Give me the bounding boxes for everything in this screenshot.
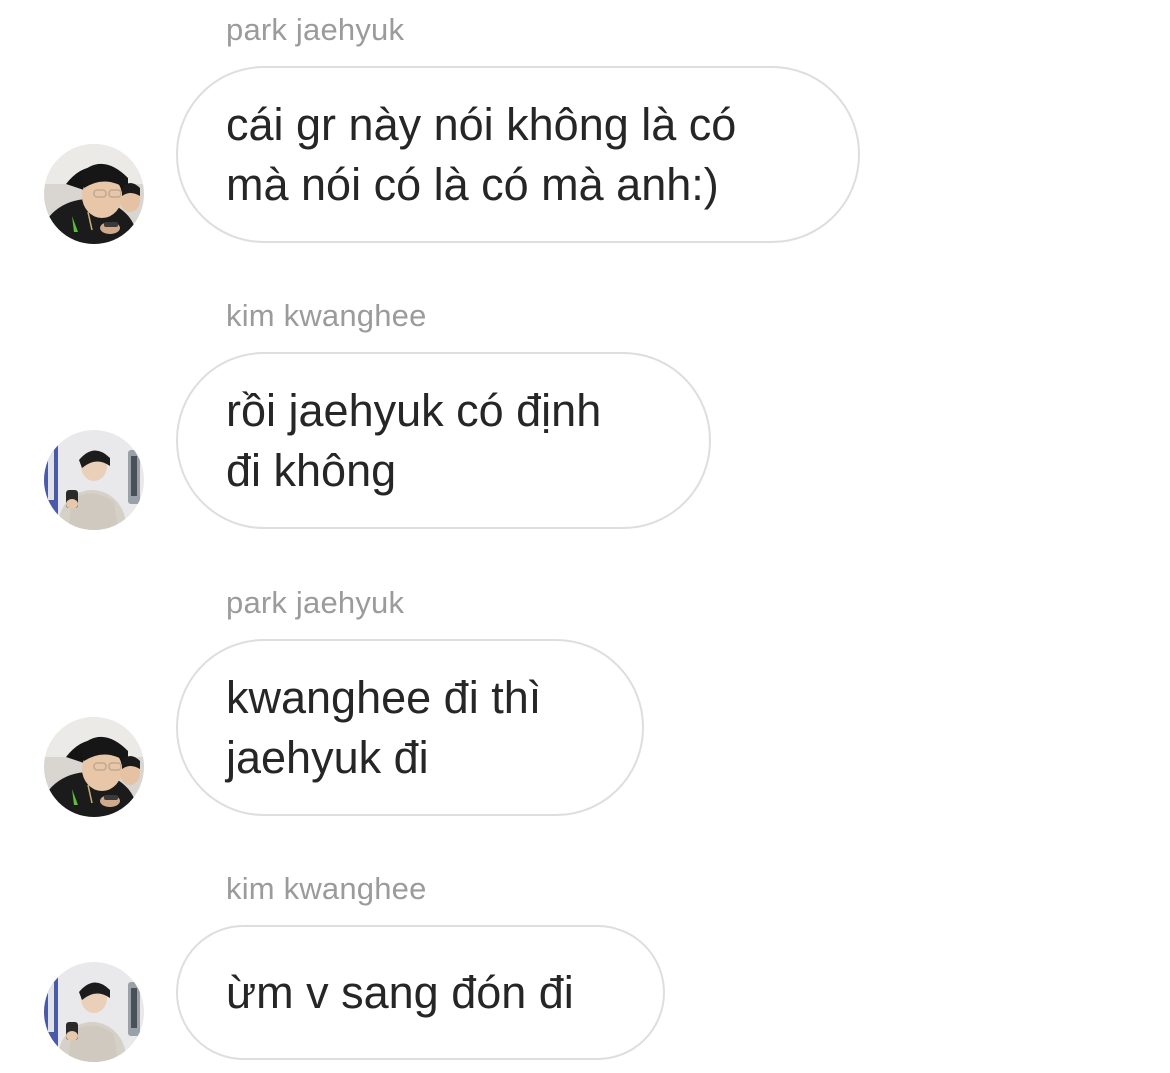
sender-name: park jaehyuk <box>226 585 405 620</box>
sender-name: park jaehyuk <box>226 12 405 47</box>
message-bubble[interactable]: rồi jaehyuk có định đi không <box>176 352 711 529</box>
message-bubble[interactable]: cái gr này nói không là có mà nói có là … <box>176 66 860 243</box>
avatar-park-jaehyuk[interactable] <box>44 717 144 817</box>
avatar-kim-kwanghee[interactable] <box>44 430 144 530</box>
message-bubble[interactable]: kwanghee đi thì jaehyuk đi <box>176 639 644 816</box>
avatar-kim-kwanghee[interactable] <box>44 962 144 1062</box>
message-bubble[interactable]: ừm v sang đón đi <box>176 925 665 1060</box>
sender-name: kim kwanghee <box>226 871 427 906</box>
avatar-park-jaehyuk[interactable] <box>44 144 144 244</box>
sender-name: kim kwanghee <box>226 298 427 333</box>
